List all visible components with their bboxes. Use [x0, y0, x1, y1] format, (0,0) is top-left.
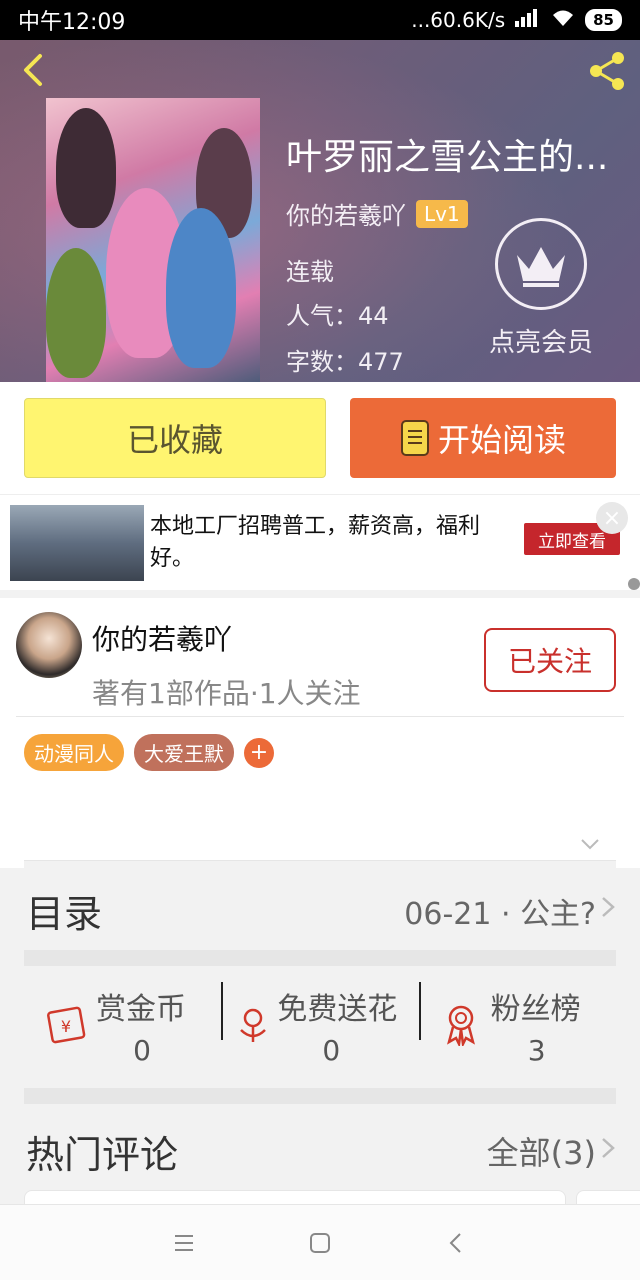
section-divider — [24, 1088, 616, 1104]
follow-button[interactable]: 已关注 — [484, 628, 616, 692]
ad-indicator — [628, 578, 640, 590]
all-comments-link[interactable]: 全部(3) — [487, 1128, 596, 1174]
close-icon: × — [602, 505, 622, 531]
network-speed: ...60.6K/s — [411, 8, 506, 32]
book-popularity: 人气：44 — [286, 302, 389, 330]
stat-label: 粉丝榜 — [490, 992, 581, 1027]
tag-item[interactable]: 动漫同人 — [24, 734, 124, 771]
book-title: 叶罗丽之雪公主的... — [286, 137, 609, 178]
start-reading-button[interactable]: 开始阅读 — [350, 398, 616, 478]
stat-value: 0 — [322, 1034, 341, 1067]
system-nav-bar — [0, 1204, 640, 1280]
chevron-left-icon — [24, 54, 42, 86]
stat-value: 3 — [527, 1034, 546, 1067]
book-header: 中午12:09 ...60.6K/s 85 叶罗丽之雪公主的... 你的若羲吖 … — [0, 0, 640, 382]
cover-figure — [56, 108, 116, 228]
author-card-name[interactable]: 你的若羲吖 — [92, 618, 232, 658]
book-detail-screen: 中午12:09 ...60.6K/s 85 叶罗丽之雪公主的... 你的若羲吖 … — [0, 0, 640, 1280]
chevron-right-icon — [600, 895, 616, 919]
home-nav-button[interactable] — [307, 1230, 333, 1256]
catalog-row[interactable]: 目录 06-21 · 公主? — [24, 860, 616, 950]
vip-label: 点亮会员 — [488, 328, 593, 358]
book-author[interactable]: 你的若羲吖 — [286, 196, 406, 231]
book-status: 连载 — [286, 258, 334, 286]
stats-row: ¥ 赏金币 0 免费送花 0 粉丝榜 3 — [24, 966, 616, 1088]
share-icon — [590, 52, 624, 90]
hot-comments-title: 热门评论 — [26, 1133, 179, 1177]
back-button[interactable] — [14, 50, 54, 90]
stat-fan-ranking[interactable]: 粉丝榜 3 — [418, 966, 616, 1088]
section-divider — [24, 950, 616, 966]
stat-reward-coins[interactable]: ¥ 赏金币 0 — [24, 966, 221, 1088]
menu-nav-button[interactable] — [171, 1230, 197, 1256]
book-icon — [400, 420, 429, 456]
stat-separator — [221, 982, 224, 1040]
cover-figure — [46, 248, 106, 378]
stat-free-flowers[interactable]: 免费送花 0 — [221, 966, 418, 1088]
ad-close-button[interactable]: × — [596, 502, 628, 534]
chevron-down-icon[interactable] — [578, 832, 602, 856]
share-button[interactable] — [584, 48, 630, 94]
book-word-count: 字数：477 — [286, 348, 404, 376]
book-cover[interactable] — [46, 98, 260, 382]
battery-indicator: 85 — [585, 9, 622, 31]
collect-button[interactable]: 已收藏 — [24, 398, 326, 478]
start-reading-label: 开始阅读 — [437, 421, 566, 459]
catalog-title: 目录 — [26, 892, 103, 936]
level-badge: Lv1 — [416, 199, 468, 228]
wifi-icon — [551, 8, 575, 32]
tag-list: 动漫同人 大爱王默 + — [24, 734, 274, 771]
status-right: ...60.6K/s 85 — [411, 8, 622, 32]
back-icon — [449, 1232, 461, 1253]
stat-label: 免费送花 — [277, 992, 398, 1027]
vip-button[interactable]: 点亮会员 — [486, 218, 596, 358]
add-tag-button[interactable]: + — [244, 737, 274, 768]
crown-icon — [495, 218, 587, 310]
cover-figure — [166, 208, 236, 368]
catalog-latest-chapter: 06-21 · 公主? — [404, 897, 596, 932]
menu-icon — [175, 1234, 193, 1251]
chevron-right-icon — [600, 1136, 616, 1160]
stat-value: 0 — [133, 1034, 151, 1067]
hot-comments-header[interactable]: 热门评论 全部(3) — [24, 1104, 616, 1204]
author-card: 你的若羲吖 著有1部作品·1人关注 已关注 动漫同人 大爱王默 + — [0, 598, 640, 868]
stat-label: 赏金币 — [96, 992, 186, 1027]
signal-icon — [515, 8, 541, 32]
action-area: 已收藏 开始阅读 — [0, 382, 640, 494]
status-time: 中午12:09 — [18, 10, 126, 35]
ad-text: 本地工厂招聘普工，薪资高，福利好。 — [150, 514, 481, 571]
stat-separator — [418, 982, 421, 1040]
divider — [16, 716, 624, 717]
ad-image — [10, 505, 144, 581]
avatar[interactable] — [16, 612, 82, 678]
home-icon — [310, 1232, 330, 1253]
book-author-row: 你的若羲吖 Lv1 — [286, 196, 468, 231]
tag-item[interactable]: 大爱王默 — [134, 734, 234, 771]
back-nav-button[interactable] — [443, 1230, 469, 1256]
ad-banner[interactable]: 本地工厂招聘普工，薪资高，福利好。 立即查看 — [0, 494, 640, 590]
author-card-subtitle: 著有1部作品·1人关注 — [92, 677, 361, 710]
status-bar: 中午12:09 ...60.6K/s 85 — [0, 0, 640, 40]
